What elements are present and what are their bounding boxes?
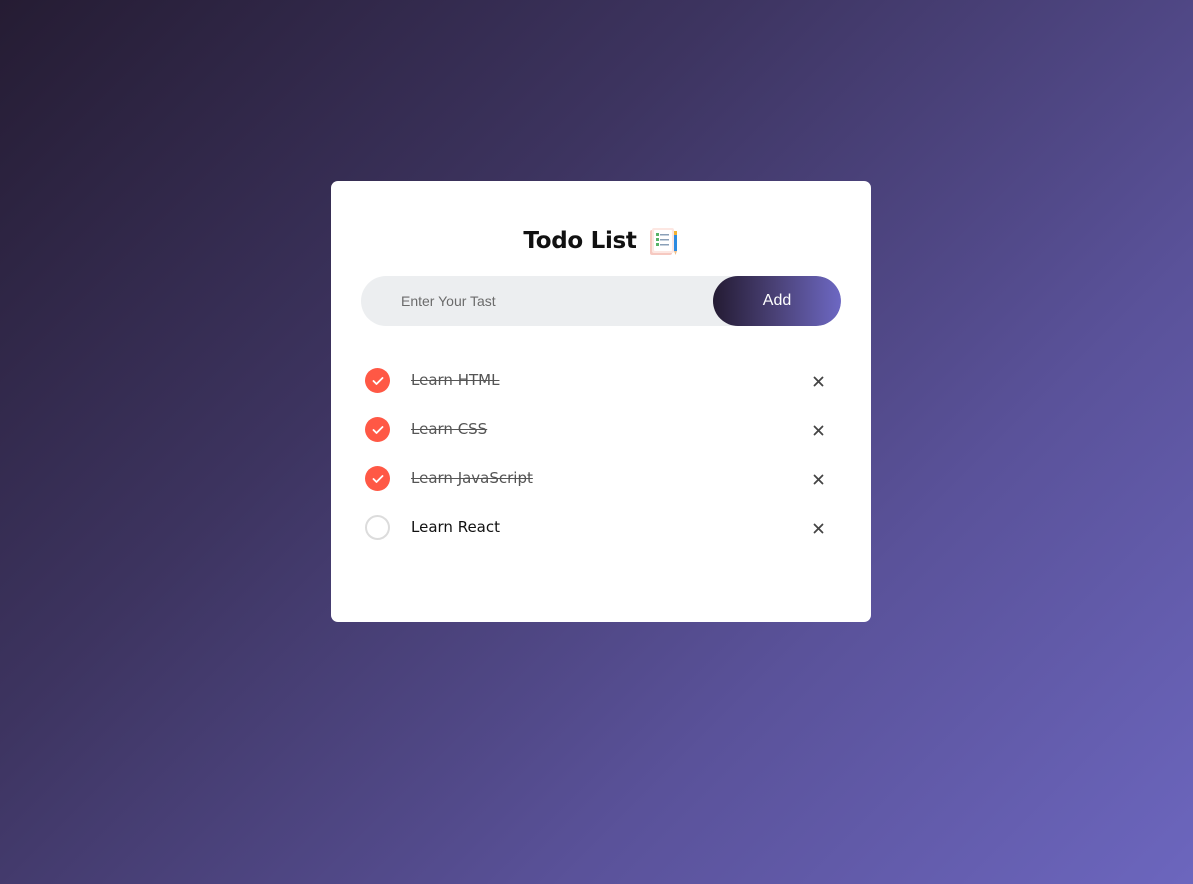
close-icon[interactable] [805,368,831,394]
check-icon[interactable] [365,368,390,393]
todo-list: Learn HTML Learn CSS Learn JavaScript Le… [361,356,841,552]
todo-text: Learn HTML [411,371,500,389]
list-item[interactable]: Learn HTML [361,356,841,405]
close-icon[interactable] [805,417,831,443]
todo-text: Learn CSS [411,420,488,438]
check-icon[interactable] [365,466,390,491]
todo-card: Todo List Add [331,181,871,622]
check-icon[interactable] [365,417,390,442]
task-input[interactable] [361,276,713,326]
add-button[interactable]: Add [713,276,841,326]
todo-text: Learn JavaScript [411,469,533,487]
header: Todo List [331,221,871,261]
circle-icon[interactable] [365,515,390,540]
list-item[interactable]: Learn React [361,503,841,552]
list-item[interactable]: Learn CSS [361,405,841,454]
todo-text: Learn React [411,518,500,536]
task-input-row: Add [361,276,841,326]
close-icon[interactable] [805,466,831,492]
notepad-checklist-icon [649,227,679,255]
page-title: Todo List [523,228,637,254]
close-icon[interactable] [805,515,831,541]
list-item[interactable]: Learn JavaScript [361,454,841,503]
